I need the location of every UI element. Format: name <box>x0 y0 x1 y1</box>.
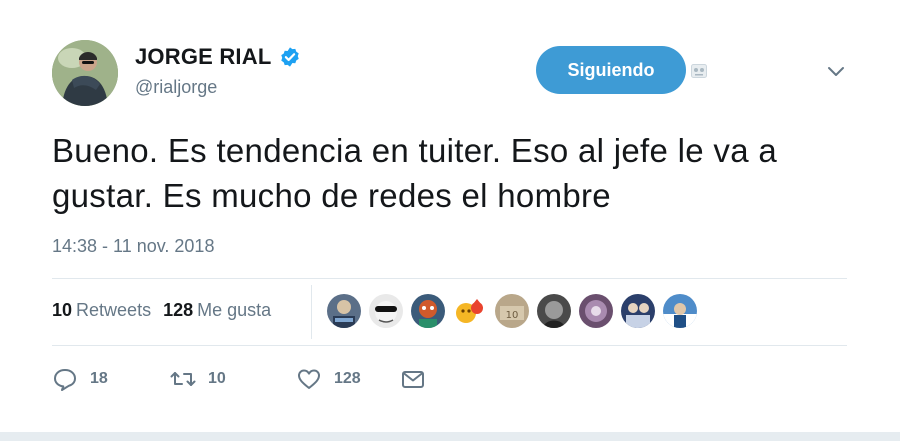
reply-count: 18 <box>90 370 108 387</box>
retweets-count: 10 <box>52 300 73 320</box>
stats-separator <box>311 285 312 339</box>
liker-avatar-5[interactable]: 10 <box>495 294 529 328</box>
user-name-row: JORGE RIAL <box>135 44 301 70</box>
likers-avatars: 10 <box>327 294 697 328</box>
divider <box>52 345 847 346</box>
liker-avatar-9[interactable] <box>663 294 697 328</box>
likes-label: Me gusta <box>197 300 272 320</box>
liker-avatar-8[interactable] <box>621 294 655 328</box>
envelope-icon <box>402 371 424 388</box>
liker-avatar-3[interactable] <box>411 294 445 328</box>
tweet-stats: 10 Retweets 128 Me gusta <box>52 300 271 321</box>
heart-icon <box>298 369 320 389</box>
tweet-actions: 18 10 128 <box>52 367 426 391</box>
liker-avatar-4[interactable] <box>453 294 487 328</box>
tweet-text: Bueno. Es tendencia en tuiter. Eso al je… <box>52 132 777 214</box>
retweet-count: 10 <box>208 370 226 387</box>
liker-avatar-7[interactable] <box>579 294 613 328</box>
direct-message-button[interactable] <box>400 367 426 391</box>
follow-status-icon <box>691 64 707 78</box>
reply-icon <box>54 369 76 391</box>
svg-text:10: 10 <box>506 310 519 321</box>
user-handle[interactable]: @rialjorge <box>135 77 217 98</box>
like-count: 128 <box>334 370 361 387</box>
display-name[interactable]: JORGE RIAL <box>135 44 271 70</box>
divider <box>52 278 847 279</box>
page-bottom-strip <box>0 432 900 441</box>
like-button[interactable]: 128 <box>296 367 400 391</box>
retweet-icon <box>170 372 196 386</box>
following-button[interactable]: Siguiendo <box>536 46 686 94</box>
retweets-label: Retweets <box>76 300 152 320</box>
liker-avatar-2[interactable] <box>369 294 403 328</box>
likes-stat[interactable]: 128 Me gusta <box>163 300 271 321</box>
chevron-down-icon[interactable] <box>826 64 846 78</box>
profile-avatar[interactable] <box>52 40 118 106</box>
reply-button[interactable]: 18 <box>52 367 170 391</box>
tweet-timestamp[interactable]: 14:38 - 11 nov. 2018 <box>52 236 214 257</box>
verified-badge-icon <box>279 46 301 68</box>
liker-avatar-6[interactable] <box>537 294 571 328</box>
profile-photo-icon <box>52 40 118 106</box>
tweet-card: JORGE RIAL @rialjorge Siguiendo Bueno. E… <box>0 0 900 441</box>
liker-avatar-1[interactable] <box>327 294 361 328</box>
likes-count: 128 <box>163 300 194 320</box>
retweet-button[interactable]: 10 <box>170 367 296 391</box>
retweets-stat[interactable]: 10 Retweets <box>52 300 151 321</box>
